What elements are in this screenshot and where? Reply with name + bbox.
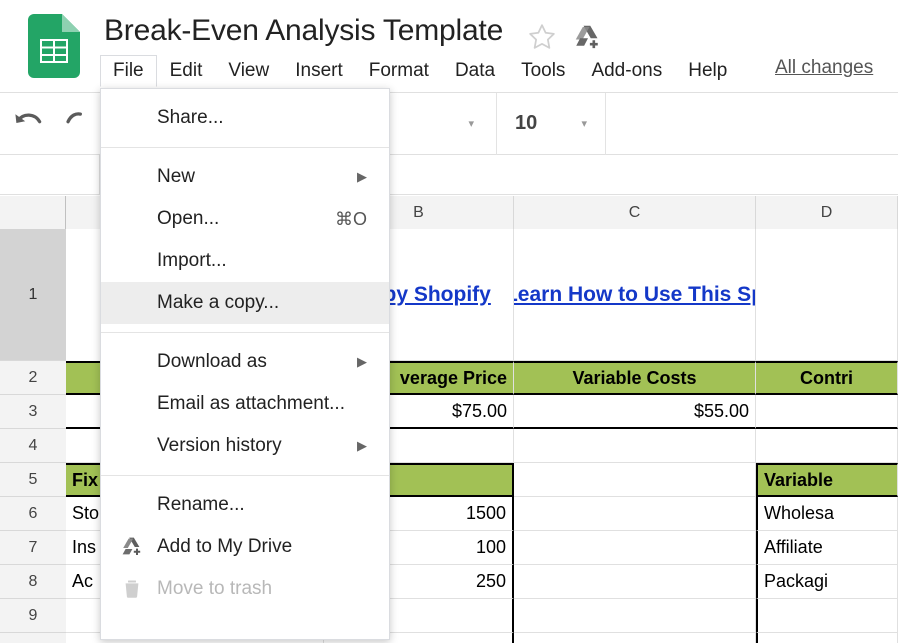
row-header-3[interactable]: 3: [0, 395, 66, 429]
chevron-down-icon: ▾: [581, 118, 587, 130]
menu-add-ons[interactable]: Add-ons: [578, 55, 675, 87]
select-all-corner[interactable]: [0, 196, 66, 229]
cell-d2[interactable]: Contri: [756, 361, 898, 395]
menu-divider: [101, 332, 389, 333]
undo-redo-group: [0, 108, 100, 139]
menu-item-move-to-trash: Move to trash: [101, 568, 389, 610]
menu-item-label: Download as: [157, 351, 267, 372]
cell-c1[interactable]: Learn How to Use This Sp: [514, 229, 756, 361]
row-header-2[interactable]: 2: [0, 361, 66, 395]
row-header-4[interactable]: 4: [0, 429, 66, 463]
submenu-arrow-icon: ▶: [357, 438, 367, 453]
menu-item-new[interactable]: New ▶: [101, 156, 389, 198]
menu-item-make-a-copy[interactable]: Make a copy...: [101, 282, 389, 324]
name-box[interactable]: [0, 155, 100, 194]
menu-format[interactable]: Format: [356, 55, 442, 87]
menu-item-label: Share...: [157, 107, 224, 128]
submenu-arrow-icon: ▶: [357, 169, 367, 184]
cell-c6[interactable]: [514, 497, 756, 531]
menu-divider: [101, 475, 389, 476]
menu-item-import[interactable]: Import...: [101, 240, 389, 282]
menu-item-label: Move to trash: [157, 578, 273, 599]
google-sheets-icon[interactable]: [28, 14, 80, 78]
menu-item-label: Open...: [157, 208, 220, 229]
row-header-5[interactable]: 5: [0, 463, 66, 497]
menu-item-add-to-my-drive[interactable]: Add to My Drive: [101, 526, 389, 568]
menu-bar: File Edit View Insert Format Data Tools …: [100, 54, 740, 88]
redo-icon[interactable]: [64, 108, 88, 139]
cell-c9[interactable]: [514, 599, 756, 633]
cell-d10[interactable]: [756, 633, 898, 643]
menu-view[interactable]: View: [215, 55, 282, 87]
cell-d8[interactable]: Packagi: [756, 565, 898, 599]
menu-item-label: New: [157, 166, 196, 187]
cell-d5[interactable]: Variable: [756, 463, 898, 497]
menu-edit[interactable]: Edit: [157, 55, 216, 87]
cell-c8[interactable]: [514, 565, 756, 599]
save-status-link[interactable]: All changes: [775, 57, 873, 79]
menu-tools[interactable]: Tools: [508, 55, 578, 87]
undo-icon[interactable]: [12, 108, 46, 139]
cell-d6[interactable]: Wholesa: [756, 497, 898, 531]
cell-c4[interactable]: [514, 429, 756, 463]
column-header-d[interactable]: D: [756, 196, 898, 229]
row-header-1[interactable]: 1: [0, 229, 66, 361]
menu-divider: [101, 147, 389, 148]
cell-c7[interactable]: [514, 531, 756, 565]
cell-d3[interactable]: [756, 395, 898, 429]
row-header-9[interactable]: 9: [0, 599, 66, 633]
google-sheets-window: Break-Even Analysis Template File Edit V…: [0, 0, 898, 643]
star-icon[interactable]: [527, 22, 557, 52]
document-title[interactable]: Break-Even Analysis Template: [104, 14, 503, 48]
menu-item-email-as-attachment[interactable]: Email as attachment...: [101, 383, 389, 425]
menu-item-label: Rename...: [157, 494, 245, 515]
drive-add-icon[interactable]: [572, 22, 602, 52]
row-header-8[interactable]: 8: [0, 565, 66, 599]
cell-c3[interactable]: $55.00: [514, 395, 756, 429]
menu-help[interactable]: Help: [675, 55, 740, 87]
chevron-down-icon: ▾: [468, 118, 474, 130]
row-header-7[interactable]: 7: [0, 531, 66, 565]
cell-d7[interactable]: Affiliate: [756, 531, 898, 565]
menu-file[interactable]: File: [100, 55, 157, 87]
menu-item-open[interactable]: Open... ⌘O: [101, 198, 389, 240]
row-header-10[interactable]: 10: [0, 633, 66, 643]
file-menu-dropdown: Share... New ▶ Open... ⌘O Import... Make…: [100, 88, 390, 640]
cell-c5[interactable]: [514, 463, 756, 497]
font-size-value: 10: [515, 112, 538, 134]
font-size-select[interactable]: 10 ▾: [497, 93, 605, 155]
menu-insert[interactable]: Insert: [282, 55, 356, 87]
menu-item-rename[interactable]: Rename...: [101, 484, 389, 526]
column-header-c[interactable]: C: [514, 196, 756, 229]
trash-icon: [119, 576, 145, 602]
menu-item-label: Make a copy...: [157, 292, 280, 313]
menu-item-version-history[interactable]: Version history ▶: [101, 425, 389, 467]
menu-data[interactable]: Data: [442, 55, 508, 87]
menu-item-label: Import...: [157, 250, 227, 271]
menu-item-accelerator: ⌘O: [334, 208, 367, 229]
bold-button[interactable]: [606, 93, 650, 155]
row-header-6[interactable]: 6: [0, 497, 66, 531]
menu-item-label: Add to My Drive: [157, 536, 293, 557]
cell-d1[interactable]: [756, 229, 898, 361]
title-bar: Break-Even Analysis Template File Edit V…: [0, 0, 898, 92]
row-header-column: 1 2 3 4 5 6 7 8 9 10: [0, 229, 66, 643]
cell-d9[interactable]: [756, 599, 898, 633]
menu-item-download-as[interactable]: Download as ▶: [101, 341, 389, 383]
menu-item-label: Version history: [157, 435, 282, 456]
cell-c2[interactable]: Variable Costs: [514, 361, 756, 395]
menu-item-share[interactable]: Share...: [101, 97, 389, 139]
submenu-arrow-icon: ▶: [357, 354, 367, 369]
menu-item-label: Email as attachment...: [157, 393, 345, 414]
drive-add-icon: [119, 534, 145, 560]
cell-d4[interactable]: [756, 429, 898, 463]
cell-c10[interactable]: [514, 633, 756, 643]
